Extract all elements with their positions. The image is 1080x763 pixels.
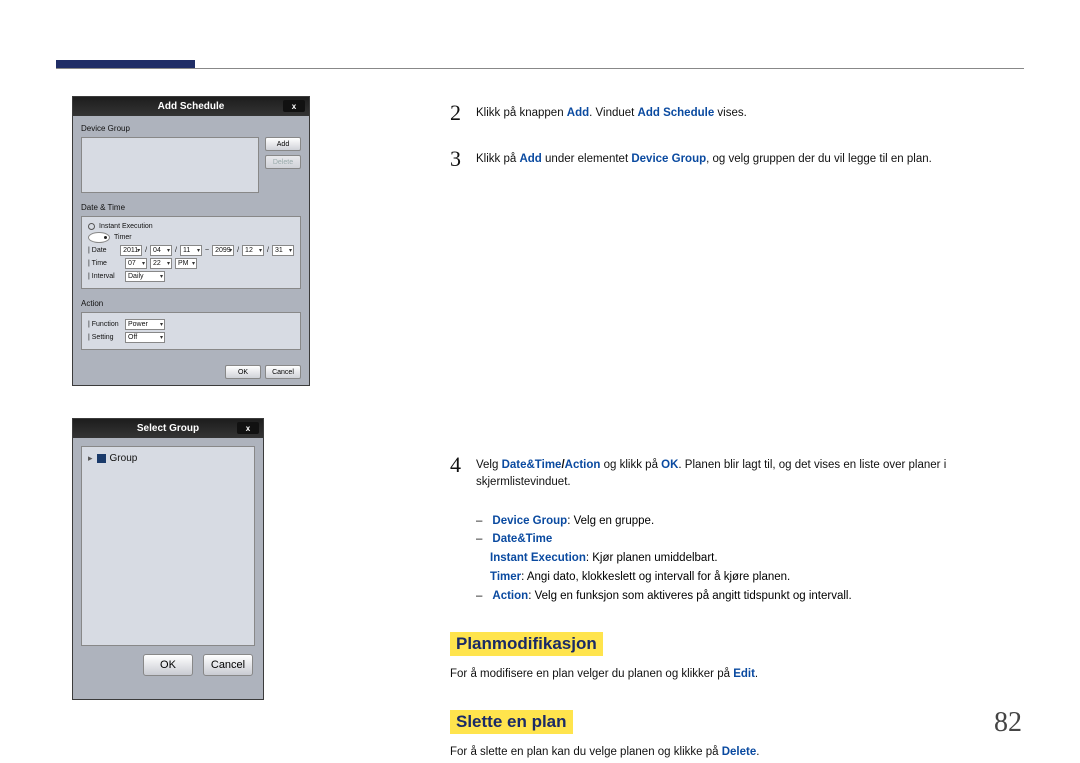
page-header	[56, 60, 1024, 70]
device-group-label: Device Group	[81, 124, 301, 133]
instructions: 2 Klikk på knappen Add. Vinduet Add Sche…	[450, 100, 1020, 761]
screenshot-select-group: Select Group x ▸ Group OK Cancel	[72, 418, 264, 700]
date-time-label: Date & Time	[81, 203, 301, 212]
date-day-select[interactable]: 11	[180, 245, 202, 256]
section-modify-text: For å modifisere en plan velger du plane…	[450, 666, 1020, 683]
date-year-select[interactable]: 2011	[120, 245, 142, 256]
section-delete-text: For å slette en plan kan du velge planen…	[450, 744, 1020, 761]
instant-execution-radio[interactable]: Instant Execution	[88, 223, 294, 230]
time-ampm-select[interactable]: PM	[175, 258, 197, 269]
dialog-title: Select Group	[137, 423, 199, 434]
folder-icon	[97, 454, 106, 463]
date-month2-select[interactable]: 12	[242, 245, 264, 256]
function-label: | Function	[88, 321, 122, 328]
close-icon[interactable]: x	[237, 422, 259, 434]
close-icon[interactable]: x	[283, 100, 305, 112]
group-tree[interactable]: ▸ Group	[81, 446, 255, 646]
dialog-title-bar: Select Group x	[73, 419, 263, 438]
step-4-sublist: ‒Device Group: Velg en gruppe. ‒Date&Tim…	[476, 512, 1020, 607]
time-hour-select[interactable]: 07	[125, 258, 147, 269]
ok-button[interactable]: OK	[143, 654, 193, 676]
page-number: 82	[994, 707, 1022, 739]
dialog-title: Add Schedule	[158, 101, 225, 112]
interval-select[interactable]: Daily	[125, 271, 165, 282]
date-label: | Date	[88, 247, 117, 254]
timer-radio[interactable]: Timer	[88, 232, 294, 243]
time-label: | Time	[88, 260, 122, 267]
function-select[interactable]: Power	[125, 319, 165, 330]
date-time-panel: Instant Execution Timer | Date 2011/ 04/…	[81, 216, 301, 289]
date-year2-select[interactable]: 2099	[212, 245, 234, 256]
delete-button: Delete	[265, 155, 301, 169]
date-month-select[interactable]: 04	[150, 245, 172, 256]
action-panel: | Function Power | Setting Off	[81, 312, 301, 350]
step-4: 4 Velg Date&Time/Action og klikk på OK. …	[450, 452, 1020, 492]
setting-label: | Setting	[88, 334, 122, 341]
date-day2-select[interactable]: 31	[272, 245, 294, 256]
ok-button[interactable]: OK	[225, 365, 261, 379]
tree-item-group[interactable]: ▸ Group	[88, 453, 248, 464]
setting-select[interactable]: Off	[125, 332, 165, 343]
screenshot-add-schedule: Add Schedule x Device Group Add Delete D…	[72, 96, 310, 386]
step-2: 2 Klikk på knappen Add. Vinduet Add Sche…	[450, 100, 1020, 126]
section-modify-title: Planmodifikasjon	[450, 632, 603, 656]
device-group-listbox[interactable]	[81, 137, 259, 193]
step-3: 3 Klikk på Add under elementet Device Gr…	[450, 146, 1020, 172]
add-button[interactable]: Add	[265, 137, 301, 151]
dialog-title-bar: Add Schedule x	[73, 97, 309, 116]
header-rule	[56, 68, 1024, 69]
cancel-button[interactable]: Cancel	[265, 365, 301, 379]
interval-label: | Interval	[88, 273, 122, 280]
section-delete-title: Slette en plan	[450, 710, 573, 734]
time-min-select[interactable]: 22	[150, 258, 172, 269]
cancel-button[interactable]: Cancel	[203, 654, 253, 676]
action-label: Action	[81, 299, 301, 308]
